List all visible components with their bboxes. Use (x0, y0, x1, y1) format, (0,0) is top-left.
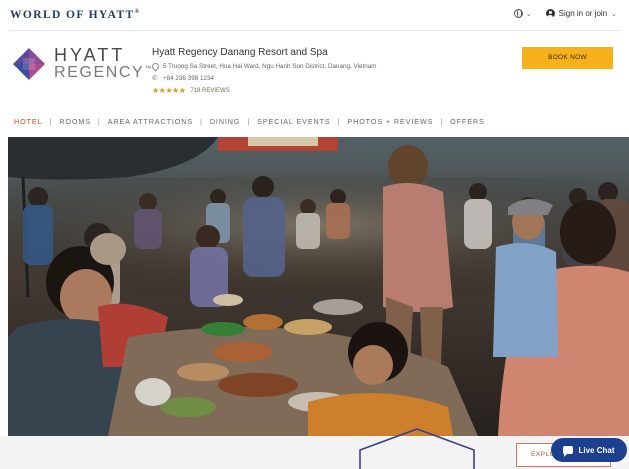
hyatt-logo-mark-icon (13, 47, 45, 80)
nav-item-photos-reviews[interactable]: PHOTOS + REVIEWS (347, 117, 433, 126)
world-of-hyatt-text: WORLD OF HYATT (10, 9, 135, 21)
map-pin-icon (152, 63, 158, 71)
chat-bubble-icon (563, 446, 574, 457)
phone-icon: ✆ (152, 74, 158, 82)
nav-separator: | (49, 117, 53, 126)
registered-mark: ® (134, 9, 141, 16)
sign-in-link[interactable]: Sign in or join ⌄ (545, 9, 617, 18)
top-right-controls: ⌄ Sign in or join ⌄ (513, 9, 617, 18)
hotel-phone[interactable]: +84 236 398 1234 (163, 75, 214, 82)
nav-item-area-attractions[interactable]: AREA ATTRACTIONS (108, 117, 193, 126)
address-row: 5 Truong Sa Street, Hoa Hai Ward, Ngu Ha… (152, 62, 377, 71)
book-now-button[interactable]: BOOK NOW (522, 47, 613, 69)
rating-row[interactable]: ★★★★★ 718 REVIEWS (152, 86, 377, 95)
nav-separator: | (440, 117, 444, 126)
hotel-nav: HOTEL | ROOMS | AREA ATTRACTIONS | DINING | SPEC… (14, 117, 485, 126)
sign-in-label: Sign in or join (558, 9, 608, 18)
nav-separator: | (200, 117, 203, 126)
hexagon-outline-icon (359, 428, 475, 469)
nav-item-hotel[interactable]: HOTEL (14, 117, 42, 126)
live-chat-button[interactable]: Live Chat (551, 438, 627, 462)
nav-separator: | (337, 117, 341, 126)
review-count: 718 REVIEWS (190, 87, 230, 94)
nav-item-offers[interactable]: OFFERS (450, 117, 485, 126)
street-market-photo (8, 137, 629, 436)
world-of-hyatt-logo[interactable]: WORLD OF HYATT® (10, 9, 141, 21)
user-icon (545, 9, 555, 18)
chevron-down-icon: ⌄ (611, 10, 617, 18)
hero-image (8, 137, 629, 436)
logo-wordmark: HYATT REGENCY™ (54, 46, 153, 81)
logo-line-1: HYATT (54, 45, 126, 65)
phone-row: ✆ +84 236 398 1234 (152, 74, 377, 83)
language-selector[interactable]: ⌄ (513, 9, 532, 18)
globe-icon (513, 9, 523, 18)
logo-line-2-text: REGENCY (54, 64, 145, 81)
star-rating: ★★★★★ (152, 86, 186, 95)
logo-line-2: REGENCY™ (54, 65, 153, 81)
hotel-info: Hyatt Regency Danang Resort and Spa 5 Tr… (152, 47, 377, 98)
hotel-name: Hyatt Regency Danang Resort and Spa (152, 47, 328, 58)
live-chat-label: Live Chat (578, 445, 615, 455)
nav-separator: | (97, 117, 101, 126)
hyatt-regency-logo[interactable]: HYATT REGENCY™ (12, 46, 153, 81)
header-divider (10, 30, 619, 31)
hotel-address[interactable]: 5 Truong Sa Street, Hoa Hai Ward, Ngu Ha… (163, 63, 377, 70)
chevron-down-icon: ⌄ (525, 10, 532, 18)
nav-item-special-events[interactable]: SPECIAL EVENTS (257, 117, 330, 126)
nav-separator: | (247, 117, 251, 126)
nav-item-rooms[interactable]: ROOMS (59, 117, 91, 126)
nav-item-dining[interactable]: DINING (210, 117, 241, 126)
top-bar: WORLD OF HYATT® ⌄ Sign in or join ⌄ (0, 0, 629, 30)
